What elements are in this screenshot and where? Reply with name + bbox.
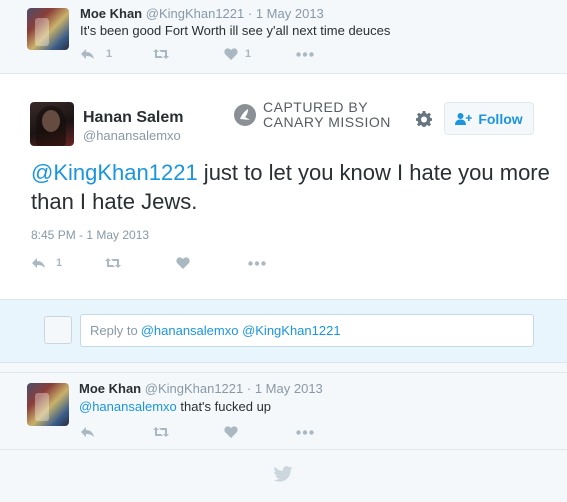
follow-button[interactable]: Follow [444,102,534,135]
reply-icon [81,49,94,59]
tweet-date[interactable]: 1 May 2013 [256,6,324,21]
more-button[interactable] [248,260,266,266]
tweet-actions: 1 1 [80,48,314,60]
like-count: 1 [245,48,252,60]
author-handle[interactable]: @KingKhan1221 [145,381,244,396]
more-button[interactable] [296,51,314,57]
author-name[interactable]: Hanan Salem [83,109,183,127]
tweet-header: Moe Khan @KingKhan1221 · 1 May 2013 [79,381,323,396]
author-name[interactable]: Moe Khan [79,381,141,396]
reply-count: 1 [56,257,63,269]
gear-icon[interactable] [416,111,432,127]
tweet-date[interactable]: 1 May 2013 [255,381,323,396]
retweet-button[interactable] [152,426,224,438]
heart-icon [224,426,238,438]
canary-icon [234,104,256,126]
retweet-icon [105,258,121,268]
tweet-timestamp[interactable]: 8:45 PM - 1 May 2013 [31,228,149,242]
mention-link[interactable]: @hanansalemxo [79,399,177,414]
main-tweet: Hanan Salem @hanansalemxo CAPTURED BY CA… [0,74,567,300]
follow-user-icon [455,112,473,125]
mention-link[interactable]: @KingKhan1221 [31,160,198,185]
reply-button[interactable] [80,426,152,438]
more-button[interactable] [296,429,314,435]
heart-icon [176,257,190,269]
reply-composer: Reply to @hanansalemxo @KingKhan1221 [0,300,567,363]
author-handle[interactable]: @KingKhan1221 [146,6,245,21]
author-handle[interactable]: @hanansalemxo [83,128,181,143]
separator: · [247,6,253,21]
retweet-icon [153,427,169,437]
tweet-header: Moe Khan @KingKhan1221 · 1 May 2013 [80,6,324,21]
retweet-button[interactable] [104,257,176,269]
avatar[interactable] [27,383,69,426]
tweet-text: @KingKhan1221 just to let you know I hat… [31,158,551,216]
tweet-text: @hanansalemxo that's fucked up [79,399,271,414]
more-icon [296,429,314,435]
watermark-line-2: CANARY MISSION [263,114,391,130]
tweet-actions [80,426,314,438]
tweet-1[interactable]: Moe Khan @KingKhan1221 · 1 May 2013 It's… [0,0,567,74]
reply-count: 1 [106,48,113,60]
reply-prefix: Reply to [90,323,138,338]
follow-label: Follow [478,110,523,127]
reply-button[interactable]: 1 [80,48,152,60]
like-button[interactable]: 1 [224,48,296,60]
twitter-bird-icon [273,466,293,482]
tweet-3[interactable]: Moe Khan @KingKhan1221 · 1 May 2013 @han… [0,372,567,450]
avatar[interactable] [27,8,69,50]
reply-icon [32,258,45,268]
tweet-body: that's fucked up [176,399,272,414]
canary-mission-watermark: CAPTURED BY CANARY MISSION [233,100,391,130]
tweet-actions: 1 [31,257,266,269]
retweet-icon [153,49,169,59]
watermark-line-1: CAPTURED BY [263,99,369,115]
reply-icon [81,427,94,437]
reply-button[interactable]: 1 [31,257,104,269]
like-button[interactable] [224,426,296,438]
more-icon [248,260,266,266]
heart-icon [224,48,238,60]
tweet-text: It's been good Fort Worth ill see y'all … [80,23,391,38]
reply-input[interactable]: Reply to @hanansalemxo @KingKhan1221 [80,314,534,347]
retweet-button[interactable] [152,48,224,60]
separator: · [246,381,252,396]
author-name[interactable]: Moe Khan [80,6,142,21]
reply-mentions: @hanansalemxo @KingKhan1221 [140,323,341,338]
avatar[interactable] [30,102,74,146]
more-icon [296,51,314,57]
like-button[interactable] [176,257,248,269]
current-user-avatar [44,316,72,344]
